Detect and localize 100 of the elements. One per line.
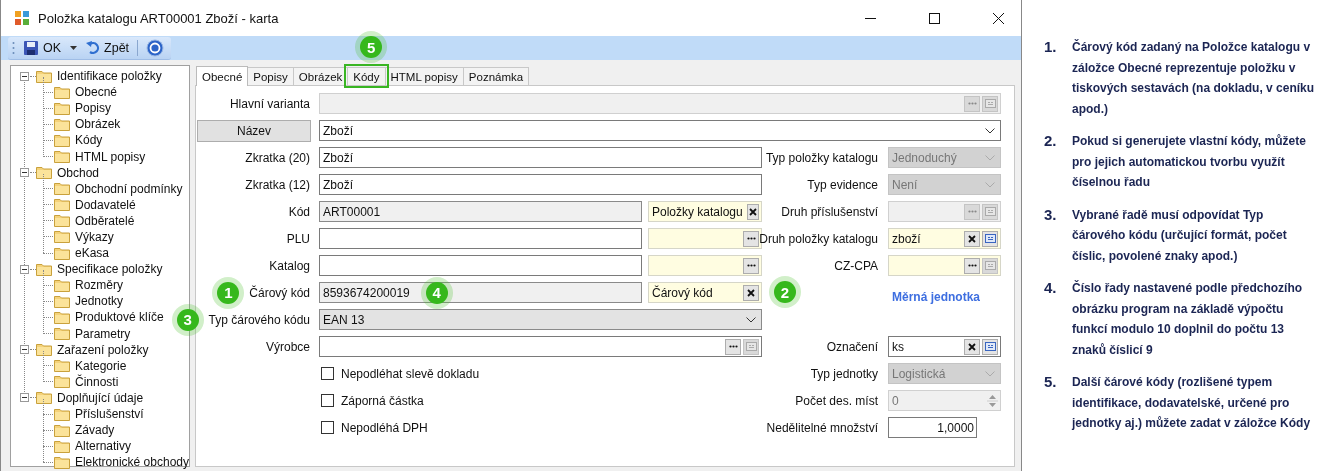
- tree-item[interactable]: Odběratelé: [75, 213, 135, 228]
- dropdown-field[interactable]: EAN 13: [319, 309, 762, 330]
- more-button[interactable]: [964, 257, 980, 274]
- collapse-icon[interactable]: [20, 264, 29, 274]
- collapse-icon[interactable]: [20, 71, 29, 81]
- picker-field[interactable]: ks: [888, 336, 1001, 357]
- tab[interactable]: Obecné: [196, 66, 249, 86]
- tree-item[interactable]: Jednotky: [75, 294, 124, 309]
- lookup-field[interactable]: [888, 255, 1001, 276]
- card-button[interactable]: [982, 338, 998, 355]
- chevron-icon: [746, 316, 756, 323]
- tree-item[interactable]: HTML popisy: [75, 149, 146, 164]
- tree-item[interactable]: Činnosti: [75, 374, 119, 389]
- undo-button[interactable]: Zpět: [84, 37, 132, 58]
- card-button[interactable]: [982, 230, 998, 247]
- tree-item[interactable]: Kategorie: [75, 358, 127, 373]
- tree-item[interactable]: Obrázek: [75, 117, 121, 132]
- checkbox[interactable]: [321, 421, 334, 434]
- tree-item[interactable]: Parametry: [75, 326, 131, 341]
- tree-item[interactable]: Alternativy: [75, 439, 132, 454]
- picker-field[interactable]: [319, 336, 762, 357]
- field-label: Výrobce: [265, 339, 310, 354]
- folder-icon: [36, 262, 52, 276]
- clear-button[interactable]: [746, 203, 759, 220]
- ok-button[interactable]: OK: [21, 37, 64, 58]
- text-field[interactable]: [319, 228, 642, 249]
- tree-item[interactable]: Příslušenství: [75, 407, 144, 421]
- collapse-icon[interactable]: [20, 345, 29, 355]
- tree-item[interactable]: eKasa: [75, 246, 110, 261]
- clear-button[interactable]: [743, 284, 759, 301]
- tree-item[interactable]: Doplňující údaje: [57, 390, 144, 405]
- folder-icon: [54, 310, 70, 324]
- more-button[interactable]: [725, 338, 741, 355]
- field-label: Nedělitelné množství: [766, 420, 878, 435]
- checkbox[interactable]: [321, 367, 334, 380]
- lookup-field[interactable]: zboží: [888, 228, 1001, 249]
- folder-icon: [54, 117, 70, 131]
- unit-link[interactable]: Měrná jednotka: [892, 290, 981, 304]
- clear-button[interactable]: [964, 230, 980, 247]
- folder-icon: [36, 391, 52, 405]
- folder-icon: [54, 375, 70, 389]
- tree-item[interactable]: Zařazení položky: [57, 342, 149, 357]
- ellipsis-icon: [746, 237, 756, 240]
- tree-item[interactable]: Dodavatelé: [75, 197, 136, 212]
- collapse-icon[interactable]: [20, 168, 29, 178]
- card-icon: [984, 99, 996, 108]
- dropdown-field[interactable]: Zboží: [319, 120, 1001, 141]
- collapse-icon[interactable]: [20, 393, 29, 403]
- more-button[interactable]: [743, 230, 759, 247]
- folder-icon: [54, 214, 70, 228]
- tree-item[interactable]: Závady: [75, 423, 115, 438]
- field-label: Počet des. míst: [795, 393, 878, 408]
- tab[interactable]: Kódy: [347, 67, 386, 85]
- number-badge: 1: [217, 281, 240, 304]
- text-field[interactable]: Zboží: [319, 147, 762, 168]
- help-button[interactable]: [144, 37, 167, 58]
- field-label: Označení: [826, 339, 878, 354]
- tree-item[interactable]: Obchodní podmínky: [75, 181, 183, 196]
- tree-item[interactable]: Specifikace položky: [57, 262, 163, 277]
- tree-item[interactable]: Produktové klíče: [75, 310, 164, 325]
- tree-item[interactable]: Rozměry: [75, 278, 123, 293]
- lookup-field[interactable]: [648, 255, 762, 276]
- name-button[interactable]: Název: [197, 119, 311, 142]
- tree-item[interactable]: Popisy: [75, 101, 112, 116]
- clear-button[interactable]: [964, 338, 980, 355]
- close-icon[interactable]: [993, 12, 1004, 24]
- tree-item[interactable]: Identifikace položky: [57, 69, 162, 84]
- note-text: Čárový kód zadaný na Položce katalogu v záložce Obecné reprezentuje položku v tiskových sestavách (na dokladu, v ceníku apod.): [1072, 38, 1316, 118]
- checkbox-label[interactable]: Nepodléhá DPH: [341, 420, 428, 435]
- lookup-field[interactable]: [648, 228, 762, 249]
- grip-icon[interactable]: [12, 40, 15, 55]
- tree-item[interactable]: Elektronické obchody: [74, 455, 189, 470]
- tree-item[interactable]: Kódy: [75, 133, 103, 148]
- text-field[interactable]: [319, 255, 642, 276]
- folder-icon: [54, 439, 70, 453]
- number-field[interactable]: 1,0000: [888, 417, 977, 438]
- lookup-field[interactable]: Čárový kód: [648, 282, 762, 303]
- field-label: Čárový kód: [249, 285, 310, 300]
- tab[interactable]: Popisy: [247, 67, 294, 85]
- more-button[interactable]: [743, 257, 759, 274]
- checkbox-label[interactable]: Nepodléhat slevě dokladu: [341, 366, 480, 381]
- checkbox-label[interactable]: Záporná částka: [341, 393, 424, 408]
- tree-item[interactable]: Výkazy: [75, 230, 114, 244]
- tab[interactable]: Poznámka: [462, 67, 530, 85]
- checkbox[interactable]: [321, 394, 334, 407]
- note-text: Pokud si generujete vlastní kódy, můžete pro jejich automatickou tvorbu využít číselnou řadu: [1072, 133, 1307, 191]
- lookup-field[interactable]: Položky katalogu: [648, 201, 762, 222]
- tree-item[interactable]: Obchod: [57, 165, 100, 180]
- maximize-icon[interactable]: [929, 12, 940, 24]
- ellipsis-icon: [746, 264, 756, 267]
- tab[interactable]: HTML popisy: [384, 67, 464, 85]
- field-label: Typ jednotky: [810, 366, 878, 381]
- text-field[interactable]: ART00001: [319, 201, 642, 222]
- field-label: CZ-CPA: [834, 258, 878, 273]
- tree-item[interactable]: Obecné: [75, 85, 118, 100]
- ellipsis-icon: [967, 102, 977, 105]
- text-field[interactable]: Zboží: [319, 174, 762, 195]
- note-number: 1.: [1044, 38, 1058, 57]
- text-field[interactable]: 8593674200019 4: [319, 282, 642, 303]
- folder-icon: [53, 455, 70, 469]
